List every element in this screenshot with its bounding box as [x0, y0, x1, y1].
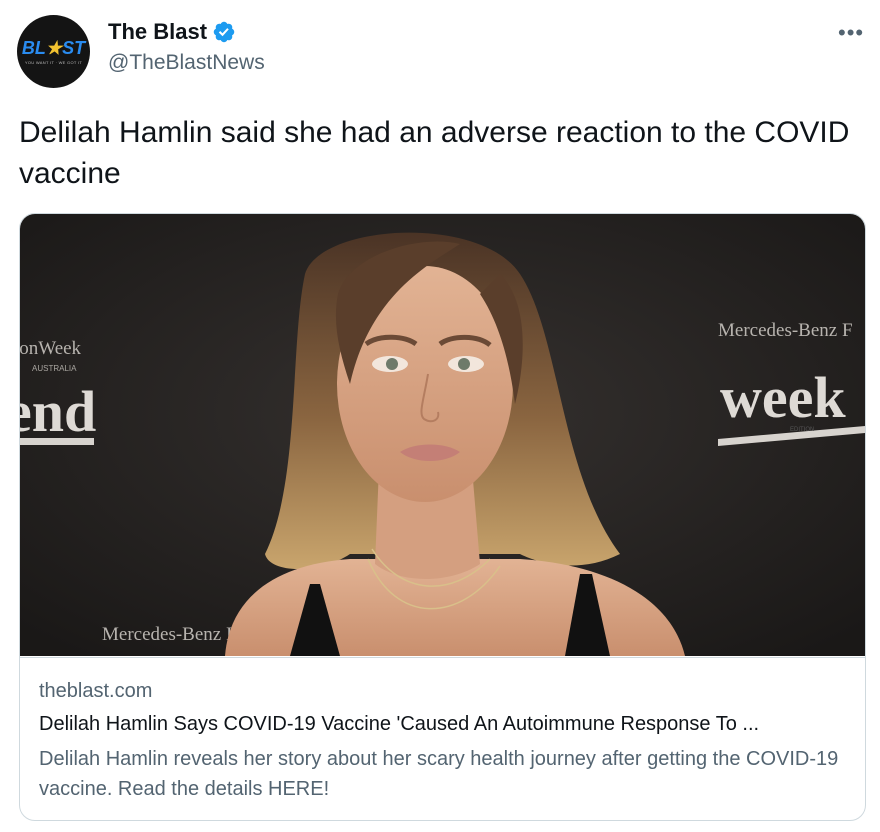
- tweet-text: Delilah Hamlin said she had an adverse r…: [19, 116, 850, 190]
- avatar[interactable]: BL★ST YOU WANT IT · WE GOT IT: [17, 15, 90, 88]
- link-card[interactable]: ionWeek AUSTRALIA end Mercedes-Benz F we…: [19, 213, 866, 821]
- card-description: Delilah Hamlin reveals her story about h…: [39, 748, 839, 800]
- backdrop-text-right-2: week: [720, 365, 846, 430]
- avatar-tagline: YOU WANT IT · WE GOT IT: [24, 59, 83, 65]
- card-title: Delilah Hamlin Says COVID-19 Vaccine 'Ca…: [39, 713, 760, 735]
- backdrop-text-left-1: ionWeek: [20, 338, 82, 359]
- avatar-logo: BL★ST: [21, 37, 86, 58]
- backdrop-text-right-3: EDITION: [790, 427, 814, 433]
- card-domain: theblast.com: [39, 680, 153, 702]
- backdrop-text-right-1: Mercedes-Benz F: [718, 320, 853, 341]
- backdrop-text-left-2: AUSTRALIA: [32, 364, 77, 373]
- backdrop-text-left-3: end: [20, 379, 96, 444]
- more-options-icon[interactable]: •••: [838, 22, 864, 44]
- author-name[interactable]: The Blast: [108, 19, 207, 45]
- card-image[interactable]: ionWeek AUSTRALIA end Mercedes-Benz F we…: [20, 214, 865, 656]
- backdrop-text-bottom: Mercedes-Benz I: [102, 624, 232, 645]
- card-meta[interactable]: theblast.com Delilah Hamlin Says COVID-1…: [20, 657, 865, 800]
- author-name-row: The Blast: [108, 19, 236, 45]
- author-handle[interactable]: @TheBlastNews: [108, 51, 265, 75]
- verified-badge-icon: [213, 21, 235, 43]
